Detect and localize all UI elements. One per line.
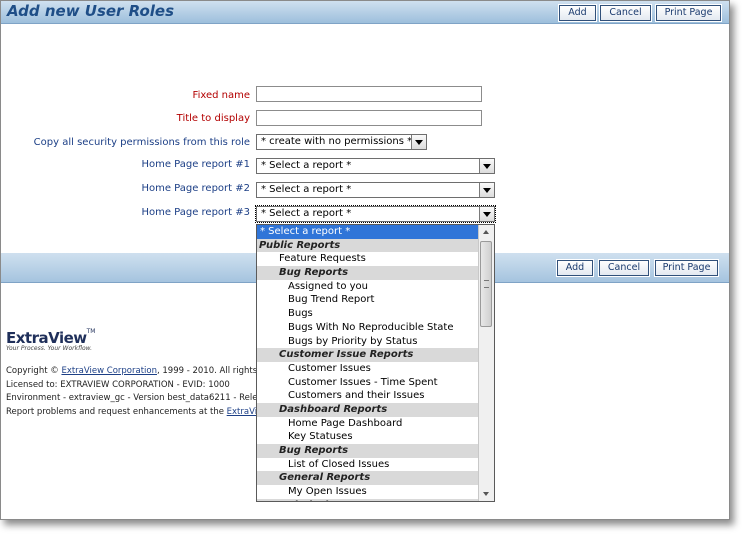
report-option[interactable]: Bug Trend Report	[257, 293, 479, 307]
report-prefix: Report problems and request enhancements…	[6, 406, 224, 417]
home-page-report-2-select[interactable]: * Select a report *	[256, 182, 495, 198]
copy-permissions-value: * create with no permissions *	[261, 136, 413, 147]
title-to-display-label: Title to display	[176, 113, 250, 124]
page-title: Add new User Roles	[7, 2, 175, 20]
home-page-report-2-label: Home Page report #2	[141, 183, 250, 194]
environment-line: Environment - extraview_gc - Version bes…	[6, 393, 258, 404]
report-option[interactable]: Home Page Dashboard	[257, 417, 479, 431]
fixed-name-input[interactable]	[256, 86, 482, 102]
extraview-logo: ExtraViewTM Your Process. Your Workflow.	[6, 328, 95, 352]
report-option[interactable]: Customer Issues - Time Spent	[257, 376, 479, 390]
logo-tagline: Your Process. Your Workflow.	[6, 345, 93, 352]
report-option[interactable]: Bugs With No Reproducible State	[257, 321, 479, 335]
copyright-suffix: , 1999 - 2010. All rights	[156, 366, 258, 376]
report-option[interactable]: Key Statuses	[257, 430, 479, 444]
report-option[interactable]: Bugs by Priority by Status	[257, 335, 479, 349]
home-page-report-2-value: * Select a report *	[261, 184, 352, 195]
add-button[interactable]: Add	[558, 4, 597, 22]
option-group-header: General Reports	[257, 471, 479, 486]
logo-trademark: TM	[86, 328, 96, 335]
report-line: Report problems and request enhancements…	[6, 406, 269, 420]
fixed-name-label: Fixed name	[192, 90, 250, 101]
cancel-button[interactable]: Cancel	[599, 4, 652, 22]
cancel-button-bottom[interactable]: Cancel	[598, 259, 650, 277]
report-option[interactable]: List of Closed Issues	[257, 458, 479, 472]
report-option[interactable]: * Select a report *	[257, 225, 479, 239]
home-page-report-1-label: Home Page report #1	[141, 159, 250, 170]
copyright-prefix: Copyright ©	[6, 366, 59, 376]
option-group-header: Helpdesk Reports	[257, 498, 479, 501]
chevron-down-icon[interactable]	[411, 135, 426, 149]
copyright-line: Copyright © ExtraView Corporation, 1999 …	[6, 365, 269, 379]
report-option[interactable]: Assigned to you	[257, 280, 479, 294]
report-option[interactable]: Customers and their Issues	[257, 389, 479, 403]
home-page-report-1-select[interactable]: * Select a report *	[256, 158, 495, 174]
print-page-button[interactable]: Print Page	[655, 4, 722, 22]
chevron-down-icon[interactable]	[479, 207, 494, 221]
report-options: * Select a report * Public Reports Feature…	[257, 225, 479, 501]
home-page-report-1-value: * Select a report *	[261, 160, 352, 171]
title-to-display-input[interactable]	[256, 110, 482, 126]
dropdown-scrollbar[interactable]	[478, 225, 494, 501]
report-option[interactable]: My Open Issues	[257, 485, 479, 499]
chevron-down-icon[interactable]	[479, 183, 494, 197]
report-option[interactable]: Bugs	[257, 307, 479, 321]
home-page-report-3-value: * Select a report *	[261, 208, 352, 219]
copyright-link[interactable]: ExtraView Corporation	[61, 366, 157, 376]
option-group-header: Bug Reports	[257, 444, 479, 458]
option-group-header: Bug Reports	[257, 266, 479, 280]
option-group-header: Public Reports	[257, 238, 479, 253]
scroll-down-icon[interactable]	[479, 487, 494, 501]
print-page-button-bottom[interactable]: Print Page	[654, 259, 719, 277]
home-page-report-3-select[interactable]: * Select a report *	[255, 205, 496, 223]
chevron-down-icon[interactable]	[479, 159, 494, 173]
add-button-bottom[interactable]: Add	[556, 259, 594, 277]
report-option[interactable]: Customer Issues	[257, 362, 479, 376]
report-dropdown-list[interactable]: * Select a report * Public Reports Feature…	[256, 224, 495, 502]
copy-permissions-select[interactable]: * create with no permissions *	[256, 134, 427, 150]
scroll-up-icon[interactable]	[479, 225, 494, 239]
scroll-thumb[interactable]	[480, 241, 492, 327]
copy-permissions-label: Copy all security permissions from this …	[33, 137, 250, 148]
home-page-report-3-label: Home Page report #3	[141, 207, 250, 218]
option-group-header: Customer Issue Reports	[257, 348, 479, 362]
app-window: Add new User Roles Add Cancel Print Page…	[0, 0, 730, 520]
footer-info: Copyright © ExtraView Corporation, 1999 …	[6, 365, 269, 419]
license-line: Licensed to: EXTRAVIEW CORPORATION - EVI…	[6, 379, 230, 390]
report-option[interactable]: Feature Requests	[257, 252, 479, 266]
option-group-header: Dashboard Reports	[257, 402, 479, 417]
